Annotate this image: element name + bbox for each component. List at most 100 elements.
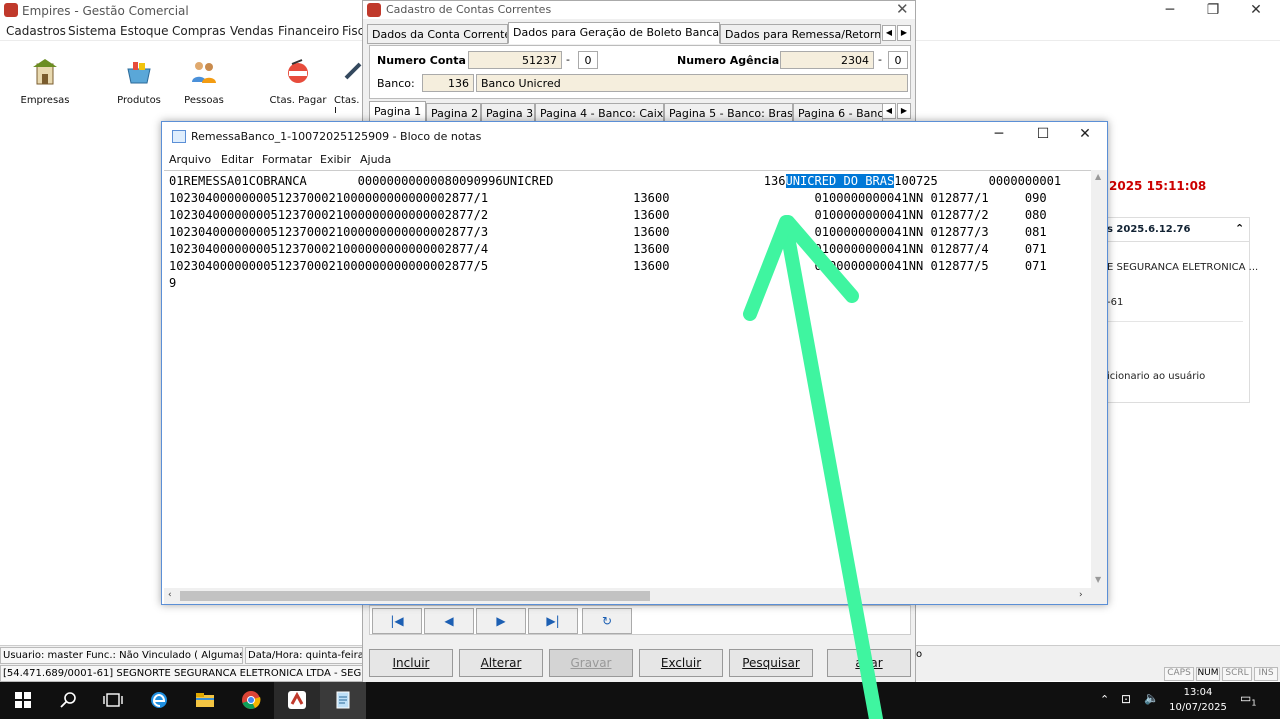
numero-agencia-label: Numero Agência: [677, 54, 780, 67]
taskbar-explorer[interactable]: [182, 682, 228, 719]
fechar-button[interactable]: ahar: [827, 649, 911, 677]
excluir-button[interactable]: Excluir: [639, 649, 723, 677]
toolbar-label: Produtos: [117, 95, 161, 106]
text-line: 1023040000000051237000210000000000000028…: [169, 242, 1047, 256]
search-button[interactable]: [46, 682, 92, 719]
last-record-button[interactable]: ▶|: [528, 608, 578, 634]
toolbar-label: Ctas. I: [334, 95, 360, 113]
minimize-icon[interactable]: ─: [977, 126, 1021, 142]
gravar-button[interactable]: Gravar: [549, 649, 633, 677]
text-line: 1023040000000051237000210000000000000028…: [169, 225, 1047, 239]
toolbar-produtos-button[interactable]: Produtos: [104, 58, 174, 113]
numero-conta-field[interactable]: 51237: [468, 51, 562, 69]
horizontal-scrollbar[interactable]: ‹ ›: [164, 588, 1091, 604]
status-company: [54.471.689/0001-61] SEGNORTE SEGURANCA …: [0, 665, 363, 682]
volume-icon[interactable]: 🔈: [1144, 691, 1159, 705]
dash-label: -: [878, 53, 882, 66]
toolbar-ctas-pagar-button[interactable]: Ctas. Pagar: [263, 58, 333, 113]
tray-clock[interactable]: 13:04 10/07/2025: [1160, 685, 1236, 715]
first-record-button[interactable]: |◀: [372, 608, 422, 634]
agencia-digito-field[interactable]: 0: [888, 51, 908, 69]
page-scroll-left-icon[interactable]: ◀: [882, 103, 896, 119]
menu-sistema[interactable]: Sistema: [68, 24, 116, 38]
network-icon[interactable]: ⊡: [1121, 692, 1131, 706]
tab-pagina-3[interactable]: Pagina 3: [481, 103, 535, 123]
tab-pagina-2[interactable]: Pagina 2: [426, 103, 481, 123]
toolbar-pessoas-button[interactable]: Pessoas: [169, 58, 239, 113]
ins-indicator: INS: [1254, 667, 1278, 681]
start-button[interactable]: [0, 682, 46, 719]
tab-pagina-4[interactable]: Pagina 4 - Banco: Caixa: [535, 103, 664, 123]
tab-pagina-6[interactable]: Pagina 6 - Banc: [793, 103, 883, 123]
tray-date: 10/07/2025: [1169, 702, 1227, 713]
taskbar-edge[interactable]: [136, 682, 182, 719]
refresh-button[interactable]: ↻: [582, 608, 632, 634]
menu-financeiro[interactable]: Financeiro: [278, 24, 339, 38]
menu-formatar[interactable]: Formatar: [262, 153, 312, 166]
menu-compras[interactable]: Compras: [172, 24, 226, 38]
tab-pagina-5[interactable]: Pagina 5 - Banco: Brasil: [664, 103, 793, 123]
toolbar-label: Empresas: [20, 95, 70, 106]
info-panel: s 2025.6.12.76 ⌃ E SEGURANCA ELETRONICA …: [1096, 217, 1258, 403]
close-icon[interactable]: ✕: [1063, 126, 1107, 142]
menu-ajuda[interactable]: Ajuda: [360, 153, 391, 166]
page-scroll-right-icon[interactable]: ▶: [897, 103, 911, 119]
notepad-titlebar: RemessaBanco_1-10072025125909 - Bloco de…: [162, 122, 1107, 150]
numero-conta-label: Numero Conta: [377, 54, 466, 67]
tray-expand-icon[interactable]: ⌃: [1100, 693, 1109, 706]
notepad-icon: [172, 130, 186, 143]
info-panel-header[interactable]: s 2025.6.12.76 ⌃: [1097, 218, 1249, 242]
notification-icon[interactable]: ▭1: [1240, 691, 1264, 711]
vertical-scrollbar[interactable]: ▲ ▼: [1091, 170, 1107, 588]
text-line: 1023040000000051237000210000000000000028…: [169, 259, 1047, 273]
menu-estoque[interactable]: Estoque: [120, 24, 169, 38]
pesquisar-button[interactable]: Pesquisar: [729, 649, 813, 677]
menu-arquivo[interactable]: Arquivo: [169, 153, 211, 166]
banco-codigo-field[interactable]: 136: [422, 74, 474, 92]
toolbar-ctas-receber-button[interactable]: Ctas. I: [328, 58, 362, 113]
text-editor[interactable]: 01REMESSA01COBRANCA 00000000000080090996…: [164, 170, 1091, 588]
conta-digito-field[interactable]: 0: [578, 51, 598, 69]
tab-remessa-retorno[interactable]: Dados para Remessa/Retorno: [720, 24, 881, 44]
tab-boleto[interactable]: Dados para Geração de Boleto Bancario: [508, 22, 720, 44]
notepad-window: RemessaBanco_1-10072025125909 - Bloco de…: [161, 121, 1108, 605]
close-icon[interactable]: ✕: [1236, 0, 1276, 20]
taskbar: ⌃ ⊡ 🔈 13:04 10/07/2025 ▭1: [0, 682, 1280, 719]
close-icon[interactable]: ✕: [896, 0, 909, 18]
tab-pagina-1[interactable]: Pagina 1: [369, 101, 426, 122]
taskbar-empires[interactable]: [274, 682, 320, 719]
scroll-right-icon[interactable]: ›: [1079, 590, 1083, 600]
status-datetime: Data/Hora: quinta-feira,: [245, 647, 363, 664]
prev-record-button[interactable]: ◀: [424, 608, 474, 634]
scroll-down-icon[interactable]: ▼: [1095, 575, 1101, 584]
scroll-up-icon[interactable]: ▲: [1095, 172, 1101, 181]
menu-fiscal[interactable]: Fisc: [342, 24, 364, 38]
task-view-icon: [103, 693, 123, 707]
horizontal-scroll-thumb[interactable]: [180, 591, 650, 601]
alterar-button[interactable]: Alterar: [459, 649, 543, 677]
numero-agencia-field[interactable]: 2304: [780, 51, 874, 69]
menu-editar[interactable]: Editar: [221, 153, 254, 166]
notepad-menubar: Arquivo Editar Formatar Exibir Ajuda: [162, 150, 1107, 170]
scroll-left-icon[interactable]: ‹: [168, 590, 172, 600]
menu-cadastros[interactable]: Cadastros: [6, 24, 66, 38]
app-logo-icon: [4, 3, 18, 17]
menu-exibir[interactable]: Exibir: [320, 153, 351, 166]
toolbar-empresas-button[interactable]: Empresas: [10, 58, 80, 113]
tab-scroll-right-icon[interactable]: ▶: [897, 25, 911, 41]
menu-vendas[interactable]: Vendas: [230, 24, 274, 38]
restore-icon[interactable]: ❐: [1193, 0, 1233, 20]
task-view-button[interactable]: [90, 682, 136, 719]
tab-dados-conta[interactable]: Dados da Conta Corrente: [367, 24, 508, 44]
collapse-icon[interactable]: ⌃: [1235, 222, 1244, 235]
maximize-icon[interactable]: ☐: [1021, 126, 1065, 142]
taskbar-notepad[interactable]: [320, 682, 366, 719]
taskbar-chrome[interactable]: [228, 682, 274, 719]
tab-scroll-left-icon[interactable]: ◀: [882, 25, 896, 41]
tray-time: 13:04: [1183, 687, 1213, 698]
minimize-icon[interactable]: ─: [1150, 0, 1190, 20]
text-line: 100725 0000000001: [894, 174, 1062, 188]
dialog-title: Cadastro de Contas Correntes: [386, 3, 552, 16]
incluir-button[interactable]: Incluir: [369, 649, 453, 677]
next-record-button[interactable]: ▶: [476, 608, 526, 634]
